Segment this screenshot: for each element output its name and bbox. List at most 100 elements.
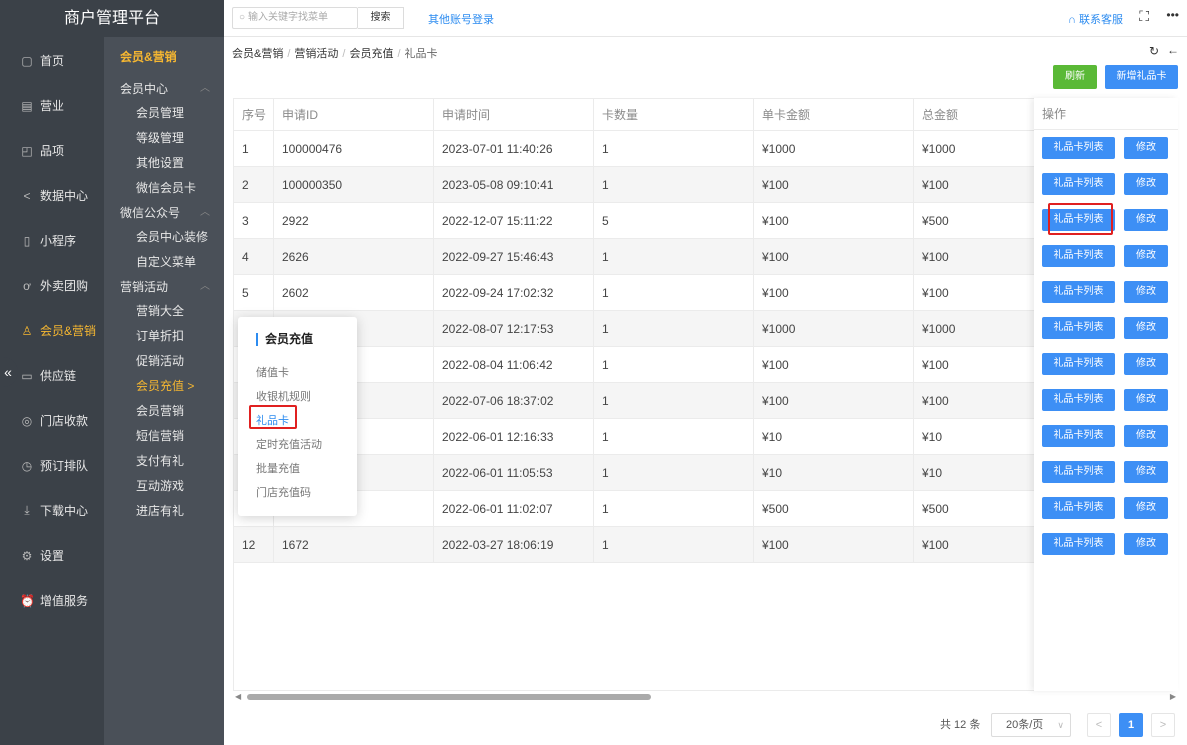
nav-item[interactable]: ơ 外卖团购 bbox=[0, 263, 104, 308]
breadcrumb-current: 礼品卡 bbox=[404, 48, 438, 60]
prev-page-button[interactable]: < bbox=[1087, 713, 1111, 737]
sub-nav-item[interactable]: 其他设置 bbox=[104, 151, 224, 176]
user-icon: ♙ bbox=[21, 323, 33, 338]
sub-nav-item[interactable]: 自定义菜单 bbox=[104, 250, 224, 275]
more-icon[interactable]: ••• bbox=[1166, 8, 1179, 22]
nav-item[interactable]: ♙ 会员&营销 bbox=[0, 308, 104, 353]
sub-nav-item[interactable]: 进店有礼 bbox=[104, 499, 224, 524]
gift-card-list-button[interactable]: 礼品卡列表 bbox=[1042, 245, 1115, 267]
nav-item[interactable]: ◰ 品项 bbox=[0, 128, 104, 173]
table-cell: 4 bbox=[234, 239, 274, 274]
nav-item[interactable]: ▤ 营业 bbox=[0, 83, 104, 128]
chevron-up-icon: ︿ bbox=[200, 207, 210, 218]
scroll-left-icon[interactable]: ◀ bbox=[235, 692, 241, 701]
scroll-right-icon[interactable]: ▶ bbox=[1170, 692, 1176, 701]
bag-icon: ◰ bbox=[21, 143, 33, 158]
nav-item-label: 外卖团购 bbox=[40, 279, 89, 293]
menu-search-input[interactable]: ○ 输入关键字找菜单 bbox=[232, 7, 358, 29]
sub-nav-item[interactable]: 微信会员卡 bbox=[104, 176, 224, 201]
sub-nav-group[interactable]: 会员中心 ︿ bbox=[104, 77, 224, 101]
nav-item[interactable]: ▯ 小程序 bbox=[0, 218, 104, 263]
flyout-title: 会员充值 bbox=[256, 333, 313, 346]
back-arrow-icon[interactable]: ← bbox=[1167, 43, 1179, 57]
edit-button[interactable]: 修改 bbox=[1124, 461, 1168, 483]
chevron-down-icon: ∨ bbox=[1057, 720, 1064, 730]
gift-card-list-button[interactable]: 礼品卡列表 bbox=[1042, 389, 1115, 411]
sub-nav-item[interactable]: 订单折扣 bbox=[104, 324, 224, 349]
reload-icon[interactable]: ↻ bbox=[1149, 44, 1159, 58]
sub-nav-group[interactable]: 微信公众号 ︿ bbox=[104, 201, 224, 225]
sub-nav-item[interactable]: 促销活动 bbox=[104, 349, 224, 374]
page-size-select[interactable]: 20条/页 ∨ bbox=[991, 713, 1071, 737]
edit-button[interactable]: 修改 bbox=[1124, 137, 1168, 159]
edit-button[interactable]: 修改 bbox=[1124, 389, 1168, 411]
table-cell: ¥1000 bbox=[754, 311, 914, 346]
other-account-login-link[interactable]: 其他账号登录 bbox=[428, 11, 494, 27]
share-icon: < bbox=[23, 188, 31, 203]
gift-card-list-button[interactable]: 礼品卡列表 bbox=[1042, 137, 1115, 159]
flyout-item[interactable]: 收银机规则 bbox=[256, 388, 311, 404]
gift-card-list-button[interactable]: 礼品卡列表 bbox=[1042, 281, 1115, 303]
search-button[interactable]: 搜索 bbox=[358, 7, 404, 29]
nav-item[interactable]: < 数据中心 bbox=[0, 173, 104, 218]
sub-nav-item[interactable]: 会员中心装修 bbox=[104, 225, 224, 250]
gift-card-list-button[interactable]: 礼品卡列表 bbox=[1042, 173, 1115, 195]
gift-card-list-button[interactable]: 礼品卡列表 bbox=[1042, 497, 1115, 519]
nav-item-label: 门店收款 bbox=[40, 414, 89, 428]
edit-button[interactable]: 修改 bbox=[1124, 353, 1168, 375]
edit-button[interactable]: 修改 bbox=[1124, 533, 1168, 555]
flyout-item[interactable]: 门店充值码 bbox=[256, 484, 311, 500]
gift-card-list-button[interactable]: 礼品卡列表 bbox=[1042, 317, 1115, 339]
table-cell: ¥100 bbox=[754, 167, 914, 202]
contact-support-link[interactable]: ∩ 联系客服 bbox=[1068, 11, 1123, 27]
nav-item[interactable]: ⤓ 下载中心 bbox=[0, 488, 104, 533]
sub-nav-item[interactable]: 互动游戏 bbox=[104, 474, 224, 499]
edit-button[interactable]: 修改 bbox=[1124, 173, 1168, 195]
sub-nav-item[interactable]: 支付有礼 bbox=[104, 449, 224, 474]
edit-button[interactable]: 修改 bbox=[1124, 317, 1168, 339]
highlight-box bbox=[249, 405, 297, 429]
gift-card-list-button[interactable]: 礼品卡列表 bbox=[1042, 425, 1115, 447]
sub-nav-item[interactable]: 会员充值 > bbox=[104, 374, 224, 399]
breadcrumb-item[interactable]: 会员充值 bbox=[349, 48, 393, 60]
scrollbar-thumb[interactable] bbox=[247, 694, 651, 700]
gift-card-list-button[interactable]: 礼品卡列表 bbox=[1042, 353, 1115, 375]
nav-item[interactable]: ⚙ 设置 bbox=[0, 533, 104, 578]
gift-card-list-button[interactable]: 礼品卡列表 bbox=[1042, 533, 1115, 555]
sub-nav-group[interactable]: 营销活动 ︿ bbox=[104, 275, 224, 299]
flyout-item[interactable]: 储值卡 bbox=[256, 364, 289, 380]
operations-row: 礼品卡列表 修改 bbox=[1034, 490, 1178, 526]
flyout-item[interactable]: 批量充值 bbox=[256, 460, 300, 476]
edit-button[interactable]: 修改 bbox=[1124, 425, 1168, 447]
horizontal-scrollbar[interactable]: ◀ ▶ bbox=[233, 692, 1178, 702]
nav-item[interactable]: ◎ 门店收款 bbox=[0, 398, 104, 443]
edit-button[interactable]: 修改 bbox=[1124, 497, 1168, 519]
edit-button[interactable]: 修改 bbox=[1124, 209, 1168, 231]
sub-nav-item[interactable]: 会员管理 bbox=[104, 101, 224, 126]
flyout-item[interactable]: 定时充值活动 bbox=[256, 436, 322, 452]
current-page-button[interactable]: 1 bbox=[1119, 713, 1143, 737]
sub-nav-item[interactable]: 营销大全 bbox=[104, 299, 224, 324]
nav-item[interactable]: ⏰ 增值服务 bbox=[0, 578, 104, 623]
gift-card-list-button[interactable]: 礼品卡列表 bbox=[1042, 461, 1115, 483]
edit-button[interactable]: 修改 bbox=[1124, 245, 1168, 267]
sub-nav-item[interactable]: 等级管理 bbox=[104, 126, 224, 151]
next-page-button[interactable]: > bbox=[1151, 713, 1175, 737]
column-header: 申请时间 bbox=[434, 99, 594, 130]
nav-item[interactable]: ◷ 预订排队 bbox=[0, 443, 104, 488]
sub-nav-group-label: 会员中心 bbox=[120, 82, 169, 96]
edit-button[interactable]: 修改 bbox=[1124, 281, 1168, 303]
fullscreen-icon[interactable]: ⛶ bbox=[1139, 8, 1149, 25]
nav-item-label: 数据中心 bbox=[40, 189, 89, 203]
breadcrumb-item[interactable]: 会员&营销 bbox=[232, 48, 283, 60]
nav-item-label: 首页 bbox=[40, 54, 65, 68]
refresh-button[interactable]: 刷新 bbox=[1053, 65, 1097, 89]
sub-nav-item[interactable]: 会员营销 bbox=[104, 399, 224, 424]
operations-row: 礼品卡列表 修改 bbox=[1034, 346, 1178, 382]
add-gift-card-button[interactable]: 新增礼品卡 bbox=[1105, 65, 1178, 89]
breadcrumb-bar: 会员&营销 / 营销活动 / 会员充值 / 礼品卡 ↻ ← bbox=[224, 37, 1187, 65]
breadcrumb-item[interactable]: 营销活动 bbox=[294, 48, 338, 60]
nav-item[interactable]: ▢ 首页 bbox=[0, 38, 104, 83]
sub-nav-item[interactable]: 短信营销 bbox=[104, 424, 224, 449]
gear-icon: ⚙ bbox=[21, 548, 33, 563]
